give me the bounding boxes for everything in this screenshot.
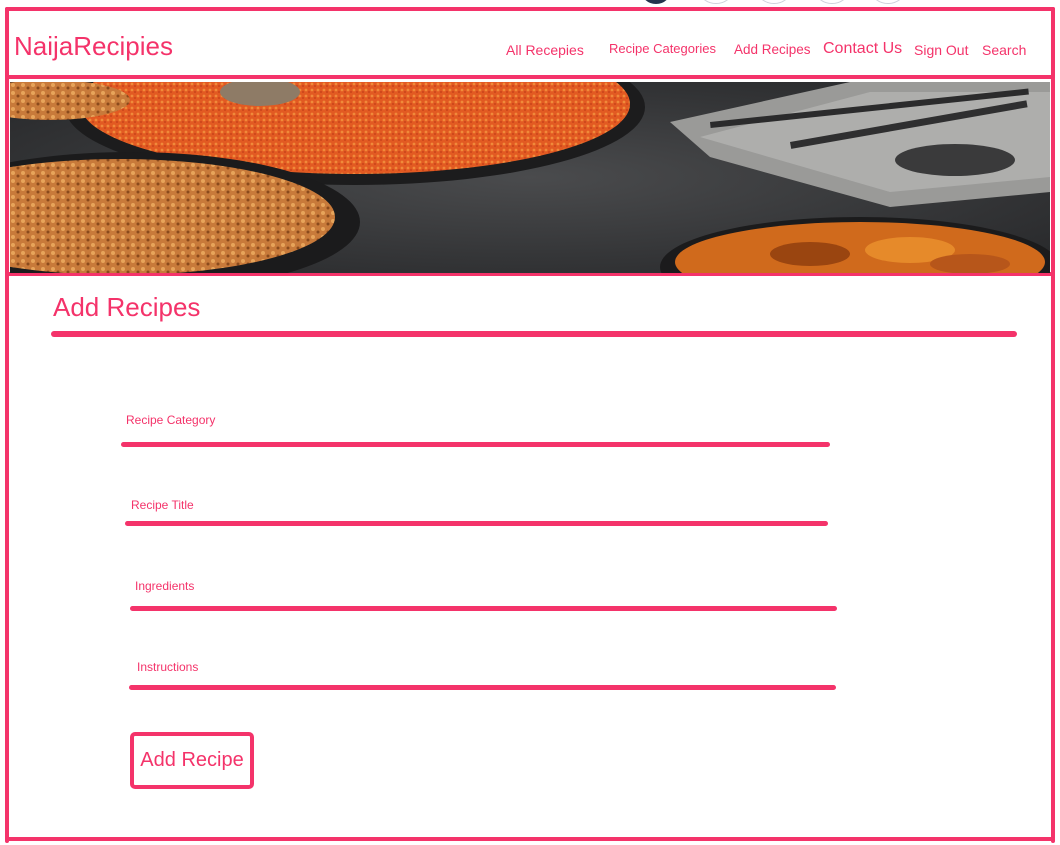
social-icon[interactable] (696, 0, 736, 4)
nav-all-recipes[interactable]: All Recepies (506, 42, 584, 58)
nav-recipe-categories[interactable]: Recipe Categories (609, 41, 716, 56)
social-icon[interactable] (868, 0, 908, 4)
instructions-underline (129, 685, 836, 690)
main-nav: All Recepies Recipe Categories Add Recip… (0, 40, 1060, 64)
title-divider (51, 331, 1017, 337)
recipe-category-input[interactable] (122, 430, 828, 442)
hero-food-image (10, 82, 1050, 273)
nav-sign-out[interactable]: Sign Out (914, 42, 968, 58)
ingredients-underline (130, 606, 837, 611)
social-icon[interactable] (812, 0, 852, 4)
ingredients-label: Ingredients (135, 579, 195, 593)
social-icon[interactable] (754, 0, 794, 4)
nav-search[interactable]: Search (982, 42, 1026, 58)
nav-contact-us[interactable]: Contact Us (823, 40, 902, 58)
facebook-icon[interactable] (640, 0, 672, 4)
ingredients-input[interactable] (131, 594, 835, 606)
page-title: Add Recipes (53, 292, 201, 322)
instructions-label: Instructions (137, 660, 199, 674)
add-recipe-button[interactable]: Add Recipe (130, 732, 254, 789)
food-photo-illustration (10, 82, 1050, 273)
recipe-category-underline (121, 442, 830, 447)
recipe-category-label: Recipe Category (126, 413, 216, 427)
nav-add-recipes[interactable]: Add Recipes (734, 42, 811, 57)
recipe-title-underline (125, 521, 828, 526)
